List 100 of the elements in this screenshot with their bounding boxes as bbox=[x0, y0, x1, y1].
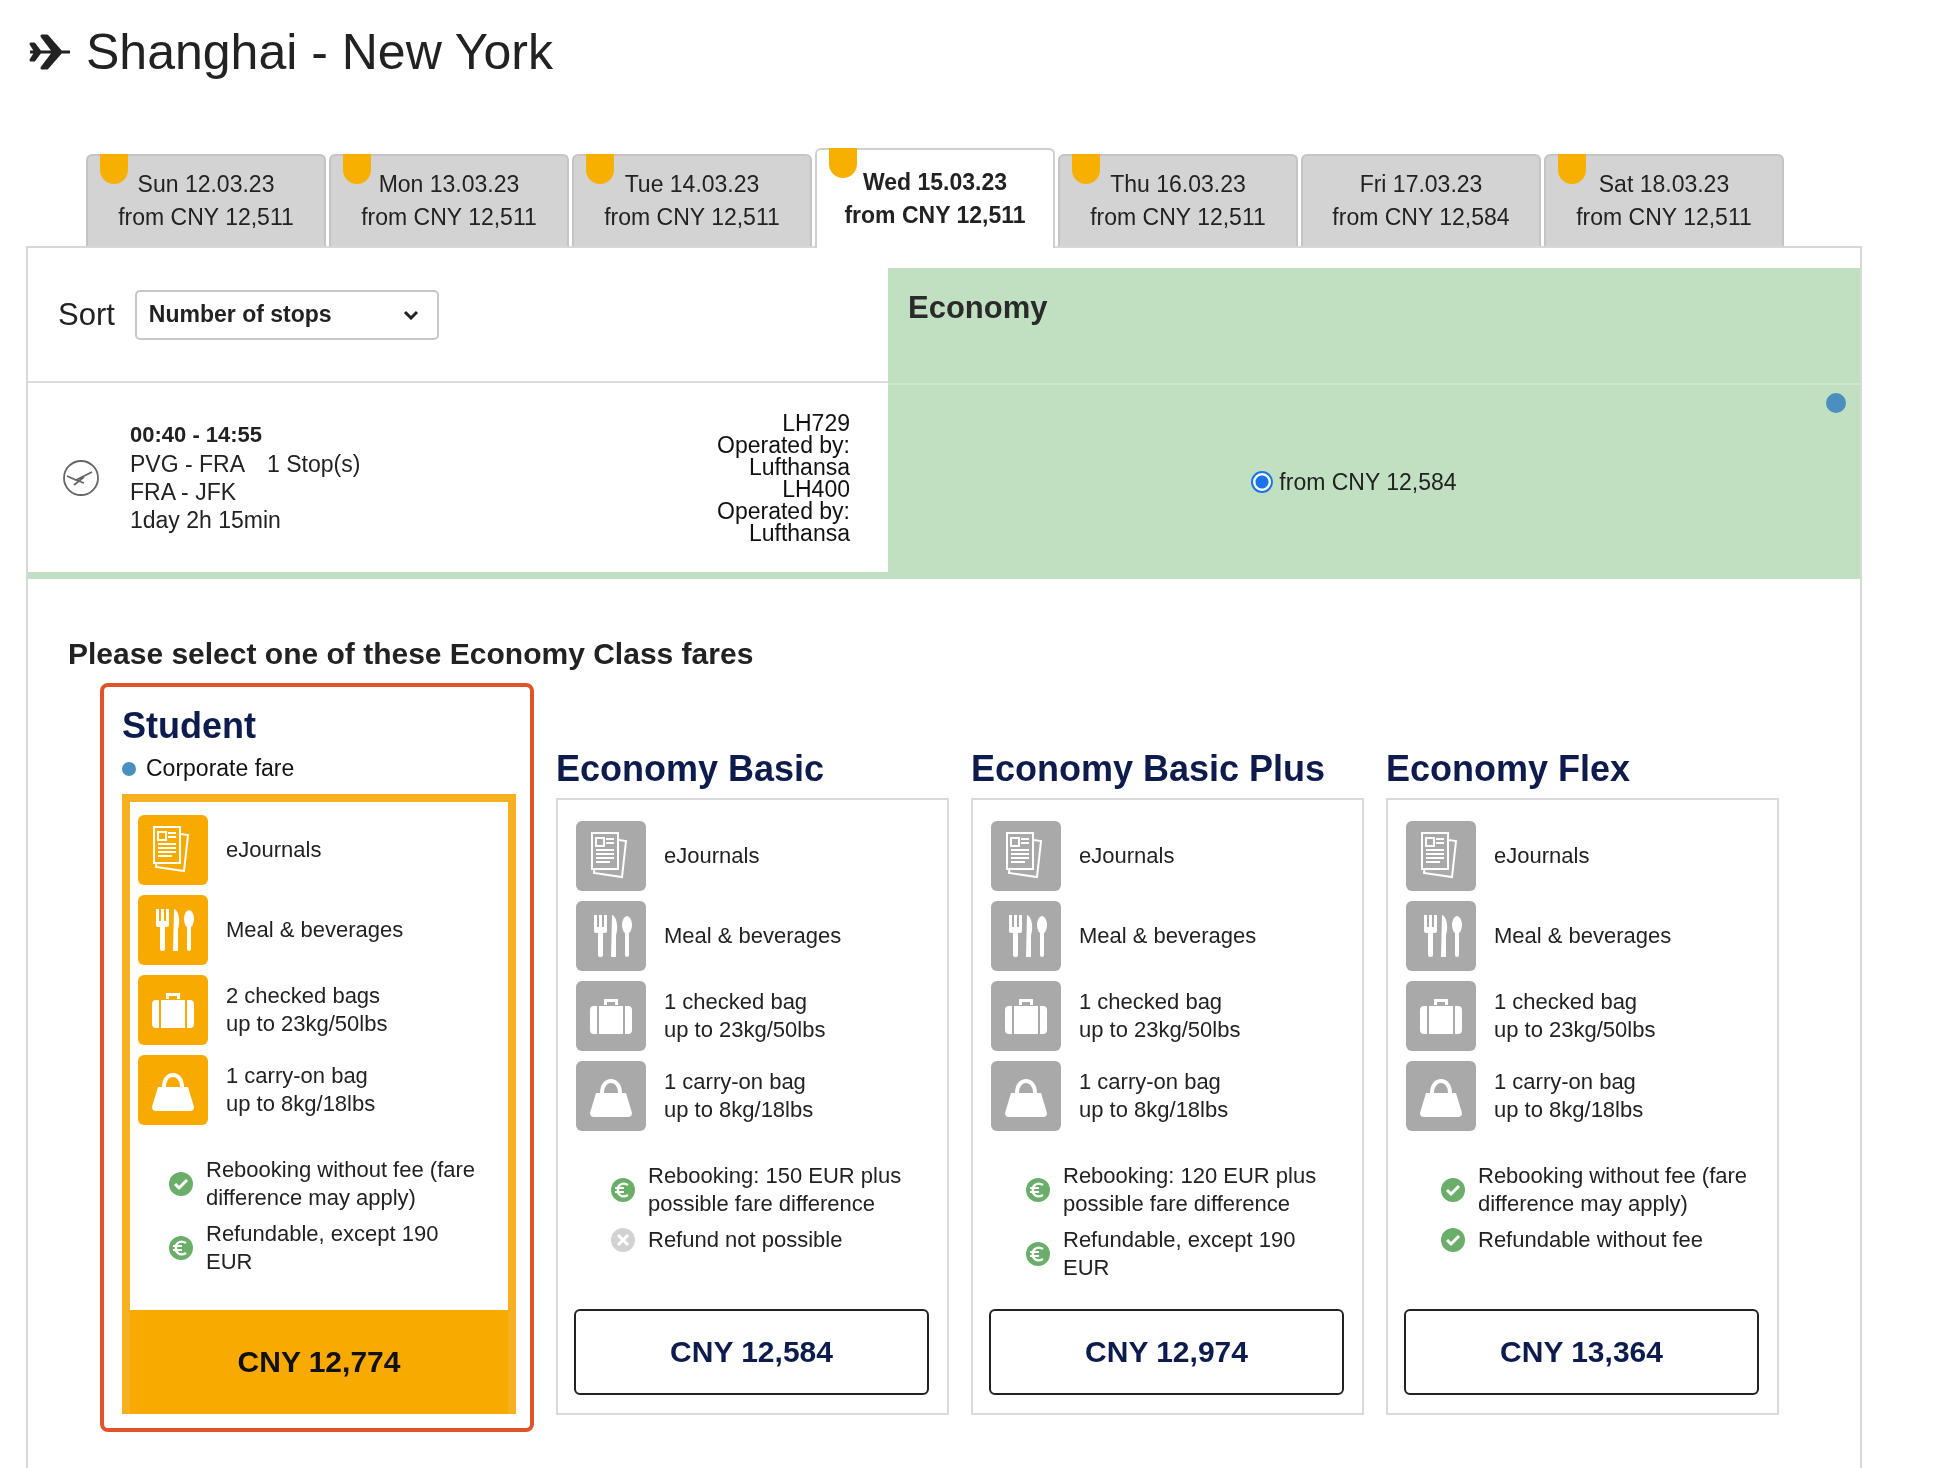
feature-label: Meal & beverages bbox=[1079, 922, 1257, 950]
tab-date: Fri 17.03.23 bbox=[1359, 171, 1483, 198]
document-icon bbox=[1406, 821, 1476, 891]
fare-name: Student bbox=[122, 705, 257, 747]
stops-count: 1 Stop(s) bbox=[267, 450, 361, 477]
bookmark-icon bbox=[343, 154, 371, 184]
cutlery-icon bbox=[576, 901, 646, 971]
tab-date: Sun 12.03.23 bbox=[137, 171, 275, 198]
fare-name: Economy Flex bbox=[1386, 748, 1632, 790]
price-button[interactable]: CNY 12,774 bbox=[130, 1310, 508, 1414]
suitcase-icon bbox=[576, 981, 646, 1051]
tab-price: from CNY 12,511 bbox=[1576, 204, 1752, 231]
feature-label: eJournals bbox=[1494, 842, 1590, 870]
feature-label: Meal & beverages bbox=[664, 922, 842, 950]
feature-label: 1 carry-on bag up to 8kg/18lbs bbox=[1494, 1068, 1644, 1124]
feature-label: Meal & beverages bbox=[1494, 922, 1672, 950]
fare-option[interactable]: from CNY 12,584 bbox=[1251, 468, 1457, 496]
dot-icon bbox=[1826, 393, 1846, 413]
feature-label: Meal & beverages bbox=[226, 916, 404, 944]
tab-price: from CNY 12,511 bbox=[844, 202, 1026, 229]
carrier-text: Operated by: bbox=[717, 433, 850, 456]
date-tab[interactable]: Sat 18.03.23 from CNY 12,511 bbox=[1544, 154, 1784, 246]
fare-tag: Corporate fare bbox=[146, 755, 295, 782]
tab-price: from CNY 12,511 bbox=[118, 204, 294, 231]
bag-icon bbox=[991, 1061, 1061, 1131]
condition-text: Refundable, except 190 EUR bbox=[1063, 1226, 1297, 1282]
euro-circle-icon bbox=[610, 1177, 636, 1203]
suitcase-icon bbox=[138, 975, 208, 1045]
cabin-label: Economy bbox=[908, 290, 1048, 325]
sort-label: Sort bbox=[58, 296, 115, 333]
date-tab[interactable]: Sun 12.03.23 from CNY 12,511 bbox=[86, 154, 326, 246]
fare-name: Economy Basic bbox=[556, 748, 826, 790]
flight-times: 00:40 - 14:55 bbox=[130, 421, 264, 448]
tab-date: Tue 14.03.23 bbox=[624, 171, 760, 198]
feature-label: 1 carry-on bag up to 8kg/18lbs bbox=[1079, 1068, 1229, 1124]
feature-label: 1 checked bag up to 23kg/50lbs bbox=[1494, 988, 1656, 1044]
feature-label: 1 checked bag up to 23kg/50lbs bbox=[1079, 988, 1241, 1044]
route-title: Shanghai - New York bbox=[86, 23, 553, 82]
condition-text: Refund not possible bbox=[648, 1226, 843, 1254]
selected-fare-card[interactable]: Student Corporate fare eJournals Meal & beverages 2 checked bags up to 23kg/50lbs 1 carry-on bag up to 8kg/18lbs Rebooking without fee (fare difference may apply) Refundable, except 190 EUR CNY 12,774 bbox=[100, 683, 534, 1432]
fare-name: Economy Basic Plus bbox=[971, 748, 1327, 790]
suitcase-icon bbox=[1406, 981, 1476, 1051]
condition-text: Rebooking: 150 EUR plus possible fare difference bbox=[648, 1162, 903, 1218]
tab-price: from CNY 12,584 bbox=[1332, 204, 1510, 231]
sort-dropdown[interactable]: Number of stops bbox=[134, 289, 439, 340]
feature-label: 1 carry-on bag up to 8kg/18lbs bbox=[226, 1062, 376, 1118]
date-tab[interactable]: Wed 15.03.23 from CNY 12,511 bbox=[815, 148, 1055, 248]
document-icon bbox=[138, 815, 208, 885]
date-tab[interactable]: Mon 13.03.23 from CNY 12,511 bbox=[329, 154, 569, 246]
euro-circle-icon bbox=[1025, 1177, 1051, 1203]
document-icon bbox=[576, 821, 646, 891]
cutlery-icon bbox=[138, 895, 208, 965]
check-circle-icon bbox=[1440, 1177, 1466, 1203]
date-tab[interactable]: Thu 16.03.23 from CNY 12,511 bbox=[1058, 154, 1298, 246]
bookmark-icon bbox=[1558, 154, 1586, 184]
feature-label: eJournals bbox=[226, 836, 322, 864]
route-leg: PVG - FRA bbox=[130, 450, 245, 477]
condition-text: Rebooking without fee (fare difference may apply) bbox=[1478, 1162, 1749, 1218]
bookmark-icon bbox=[1072, 154, 1100, 184]
bookmark-icon bbox=[586, 154, 614, 184]
route-leg: FRA - JFK bbox=[130, 477, 238, 506]
date-tab[interactable]: Tue 14.03.23 from CNY 12,511 bbox=[572, 154, 812, 246]
check-circle-icon bbox=[1440, 1227, 1466, 1253]
date-tab[interactable]: Fri 17.03.23 from CNY 12,584 bbox=[1301, 154, 1541, 246]
chevron-down-icon bbox=[402, 309, 419, 320]
condition-text: Rebooking without fee (fare difference may apply) bbox=[206, 1156, 477, 1212]
suitcase-icon bbox=[991, 981, 1061, 1051]
tab-date: Sat 18.03.23 bbox=[1598, 171, 1730, 198]
bag-icon bbox=[1406, 1061, 1476, 1131]
condition-text: Rebooking: 120 EUR plus possible fare difference bbox=[1063, 1162, 1318, 1218]
cutlery-icon bbox=[1406, 901, 1476, 971]
section-heading: Please select one of these Economy Class fares bbox=[68, 637, 755, 671]
price-button[interactable]: CNY 13,364 bbox=[1404, 1309, 1759, 1395]
carrier-text: LH729 bbox=[782, 411, 850, 434]
feature-label: 1 checked bag up to 23kg/50lbs bbox=[664, 988, 826, 1044]
tab-date: Mon 13.03.23 bbox=[378, 171, 520, 198]
condition-text: Refundable, except 190 EUR bbox=[206, 1220, 440, 1276]
bookmark-icon bbox=[100, 154, 128, 184]
euro-circle-icon bbox=[1025, 1241, 1051, 1267]
price-button[interactable]: CNY 12,584 bbox=[574, 1309, 929, 1395]
cross-circle-icon bbox=[610, 1227, 636, 1253]
feature-label: eJournals bbox=[664, 842, 760, 870]
euro-circle-icon bbox=[168, 1235, 194, 1261]
check-circle-icon bbox=[168, 1171, 194, 1197]
carrier-text: Operated by: bbox=[717, 499, 850, 522]
price-button[interactable]: CNY 12,974 bbox=[989, 1309, 1344, 1395]
flight-duration: 1day 2h 15min bbox=[130, 505, 282, 534]
bookmark-icon bbox=[829, 148, 857, 178]
airplane-icon bbox=[28, 32, 72, 72]
carrier-text: LH400 bbox=[782, 477, 850, 500]
tab-date: Wed 15.03.23 bbox=[862, 169, 1008, 196]
feature-label: 2 checked bags up to 23kg/50lbs bbox=[226, 982, 388, 1038]
tab-price: from CNY 12,511 bbox=[1090, 204, 1266, 231]
feature-label: 1 carry-on bag up to 8kg/18lbs bbox=[664, 1068, 814, 1124]
dot-icon bbox=[122, 761, 136, 776]
bag-icon bbox=[138, 1055, 208, 1125]
feature-label: eJournals bbox=[1079, 842, 1175, 870]
tab-date: Thu 16.03.23 bbox=[1110, 171, 1246, 198]
radio-button[interactable] bbox=[1251, 471, 1274, 493]
cutlery-icon bbox=[991, 901, 1061, 971]
